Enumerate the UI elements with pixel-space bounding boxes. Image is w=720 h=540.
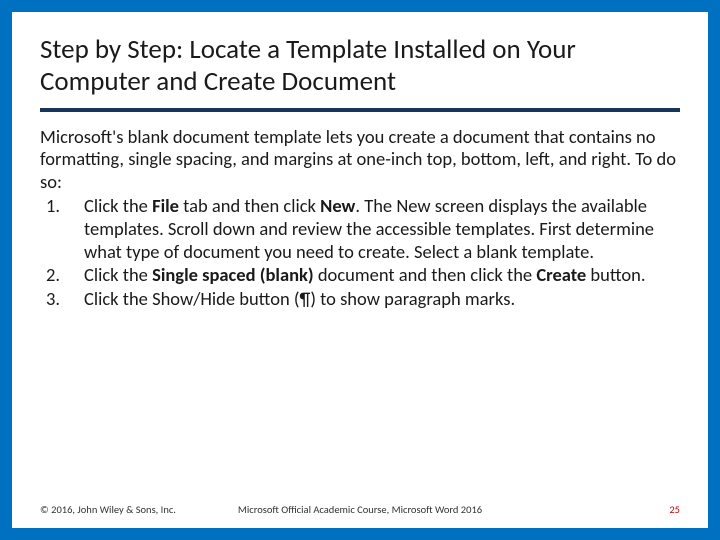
step-2-text-e: button. [586, 263, 645, 286]
step-2-bold-single: Single spaced (blank) [152, 263, 314, 286]
slide-title: Step by Step: Locate a Template Installe… [40, 34, 680, 112]
step-1-text-a: Click the [84, 194, 152, 217]
footer-course: Microsoft Official Academic Course, Micr… [238, 503, 482, 516]
step-2: Click the Single spaced (blank) document… [40, 264, 680, 287]
step-2-bold-create: Create [536, 263, 586, 286]
slide: Step by Step: Locate a Template Installe… [12, 12, 708, 528]
step-2-text-a: Click the [84, 263, 152, 286]
step-2-text-c: document and then click the [314, 263, 537, 286]
footer-page-number: 25 [669, 503, 680, 516]
step-1-bold-new: New [320, 194, 355, 217]
step-1: Click the File tab and then click New. T… [40, 195, 680, 263]
intro-text: Microsoft's blank document template lets… [40, 126, 680, 194]
step-1-text-c: tab and then click [179, 194, 320, 217]
footer: © 2016, John Wiley & Sons, Inc. Microsof… [40, 503, 680, 516]
steps-list: Click the File tab and then click New. T… [40, 195, 680, 310]
footer-copyright: © 2016, John Wiley & Sons, Inc. [40, 503, 176, 516]
step-3: Click the Show/Hide button (¶) to show p… [40, 288, 680, 311]
step-1-bold-file: File [152, 194, 179, 217]
step-3-text: Click the Show/Hide button (¶) to show p… [84, 287, 515, 310]
